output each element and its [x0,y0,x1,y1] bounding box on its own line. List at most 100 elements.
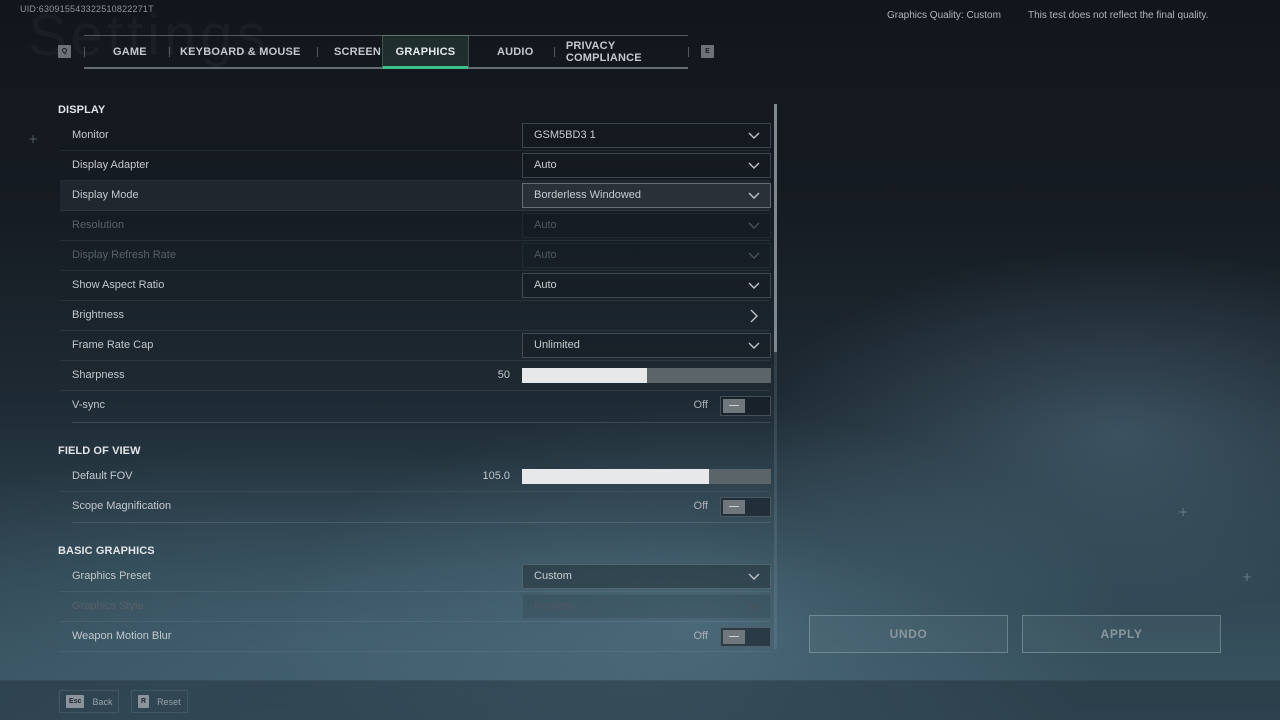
aspect-ratio-dropdown[interactable]: Auto [522,273,771,298]
setting-row-weapon-motion-blur: Weapon Motion Blur Off [60,622,771,652]
settings-tab-bar: Q GAME KEYBOARD & MOUSE SCREEN GRAPHICS … [56,35,726,69]
setting-label: Show Aspect Ratio [72,279,165,291]
chevron-down-icon [748,340,760,350]
setting-row-display-adapter: Display Adapter Auto [60,151,771,181]
setting-label: Display Adapter [72,159,150,171]
setting-row-brightness[interactable]: Brightness [60,301,770,331]
slider-value: 105.0 [482,470,510,482]
tab-keyboard-mouse[interactable]: KEYBOARD & MOUSE [169,35,317,69]
monitor-dropdown[interactable]: GSM5BD3 1 [522,123,771,148]
uid-label: UID:630915543322510822271T [20,4,154,14]
decor-crosshair-icon: + [1178,505,1189,519]
prev-tab-key-hint[interactable]: Q [58,45,71,58]
section-divider [72,522,770,523]
setting-row-graphics-style: Graphics Style Realistic [60,592,771,622]
tab-privacy-compliance[interactable]: PRIVACY COMPLIANCE [554,35,689,69]
setting-row-graphics-preset: Graphics Preset Custom [60,562,771,592]
tab-audio[interactable]: AUDIO [469,35,554,69]
sharpness-slider[interactable] [522,368,771,383]
setting-row-monitor: Monitor GSM5BD3 1 [60,121,771,151]
chevron-down-icon [748,601,760,611]
display-adapter-dropdown[interactable]: Auto [522,153,771,178]
tab-label: SCREEN [334,46,382,58]
setting-label: Resolution [72,219,124,231]
chevron-right-icon[interactable] [748,308,760,324]
setting-row-vsync: V-sync Off [60,391,771,421]
dropdown-value: Realistic [534,600,576,612]
section-title-display: DISPLAY [58,104,106,116]
chevron-down-icon [748,571,760,581]
chevron-down-icon [748,220,760,230]
display-mode-dropdown[interactable]: Borderless Windowed [522,183,771,208]
weapon-motion-blur-toggle[interactable] [720,627,771,647]
toggle-state: Off [693,630,708,642]
resolution-dropdown: Auto [522,213,771,238]
tab-label: GAME [113,46,147,58]
toggle-knob [723,399,745,413]
toggle-state: Off [693,500,708,512]
dropdown-value: Auto [534,279,557,291]
tab-separator [317,47,318,57]
footer-bar [0,680,1280,720]
section-divider [72,422,770,423]
setting-row-sharpness: Sharpness 50 [60,361,771,391]
graphics-style-dropdown: Realistic [522,594,771,619]
decor-crosshair-icon: + [1242,570,1253,584]
reset-label: Reset [157,696,181,707]
slider-value: 50 [497,369,510,381]
next-tab-key-hint[interactable]: E [701,45,714,58]
setting-label: Sharpness [72,369,125,381]
tab-separator [169,47,170,57]
setting-label: Default FOV [72,470,133,482]
decor-crosshair-icon: + [28,132,39,146]
chevron-down-icon [748,190,760,200]
tab-screen[interactable]: SCREEN [317,35,382,69]
dropdown-value: Custom [534,570,572,582]
back-label: Back [92,696,113,707]
toggle-knob [723,630,745,644]
toggle-knob [723,500,745,514]
graphics-preset-dropdown[interactable]: Custom [522,564,771,589]
setting-label: Brightness [72,309,124,321]
default-fov-slider[interactable] [522,469,771,484]
tab-graphics[interactable]: GRAPHICS [382,35,469,69]
scope-magnification-toggle[interactable] [720,497,771,517]
setting-label: V-sync [72,399,106,411]
dropdown-value: Auto [534,249,557,261]
chevron-down-icon [748,280,760,290]
chevron-down-icon [748,160,760,170]
tabs: GAME KEYBOARD & MOUSE SCREEN GRAPHICS AU… [84,35,689,69]
setting-row-frame-rate-cap: Frame Rate Cap Unlimited [60,331,771,361]
setting-label: Scope Magnification [72,500,172,512]
setting-row-display-refresh-rate: Display Refresh Rate Auto [60,241,771,271]
setting-row-resolution: Resolution Auto [60,211,771,241]
section-title-basic-graphics: BASIC GRAPHICS [58,545,155,557]
dropdown-value: Auto [534,159,557,171]
setting-row-scope-magnification: Scope Magnification Off [60,492,771,522]
chevron-down-icon [748,250,760,260]
slider-fill [522,368,647,383]
reset-button[interactable]: R Reset [131,690,188,713]
section-title-field-of-view: FIELD OF VIEW [58,445,141,457]
refresh-rate-dropdown: Auto [522,243,771,268]
setting-label: Monitor [72,129,109,141]
chevron-down-icon [748,130,760,140]
dropdown-value: Auto [534,219,557,231]
setting-label: Weapon Motion Blur [72,630,172,642]
slider-fill [522,469,709,484]
scrollbar-thumb[interactable] [774,104,777,352]
frame-rate-cap-dropdown[interactable]: Unlimited [522,333,771,358]
vsync-toggle[interactable] [720,396,771,416]
dropdown-value: Borderless Windowed [534,189,641,201]
tab-game[interactable]: GAME [84,35,169,69]
setting-label: Display Refresh Rate [72,249,176,261]
tab-label: KEYBOARD & MOUSE [180,46,301,58]
apply-button[interactable]: APPLY [1022,615,1221,653]
r-key-hint: R [138,695,150,708]
tab-label: PRIVACY COMPLIANCE [565,40,642,64]
undo-button[interactable]: UNDO [809,615,1008,653]
toggle-state: Off [693,399,708,411]
back-button[interactable]: Esc Back [59,690,120,713]
setting-row-default-fov: Default FOV 105.0 [60,462,771,492]
settings-scrollbar[interactable] [774,104,777,649]
